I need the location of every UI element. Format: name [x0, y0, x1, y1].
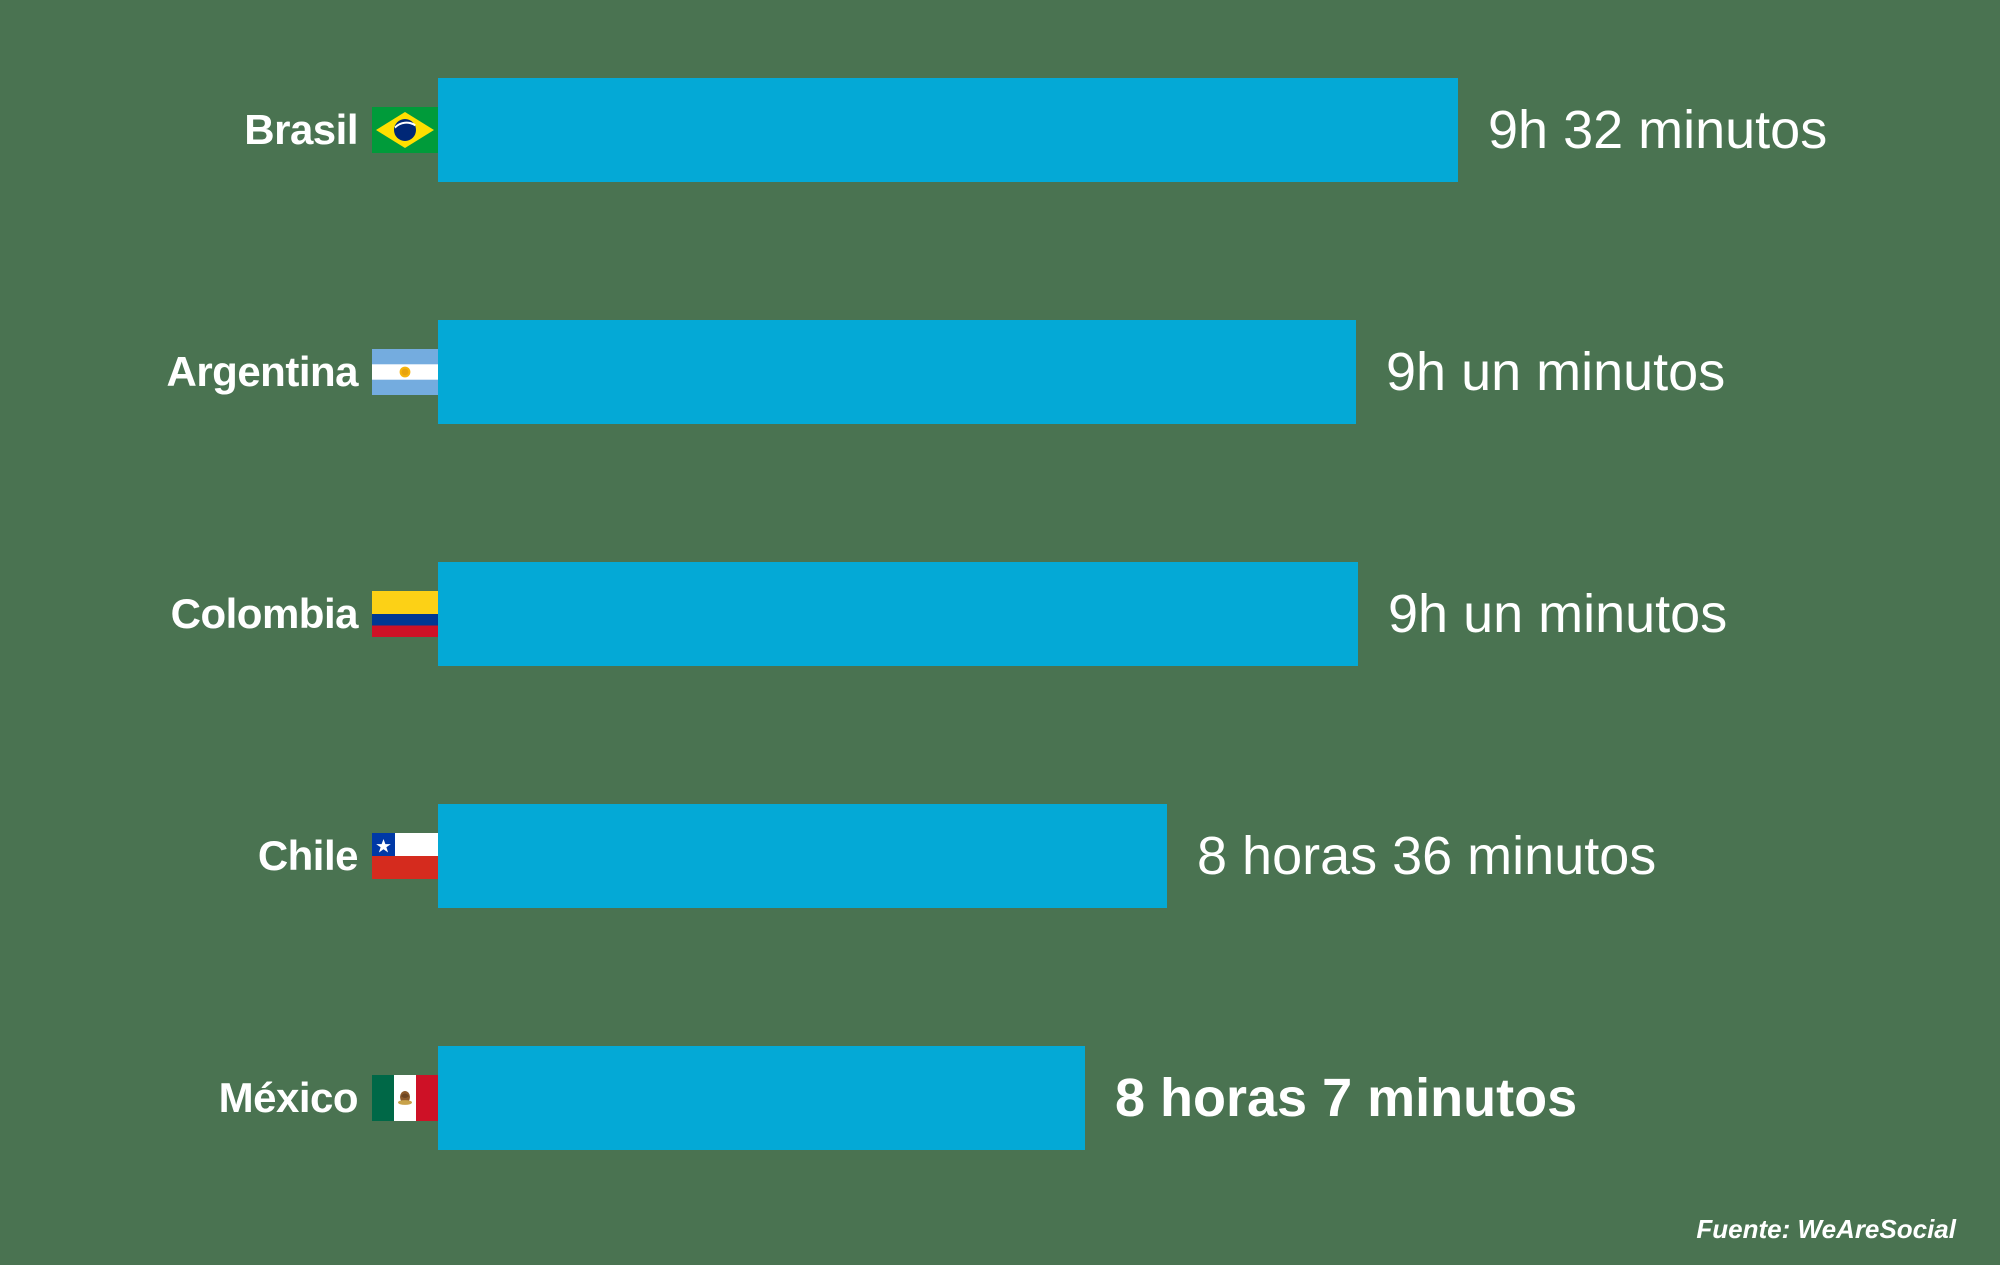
bar-value-label: 9h 32 minutos	[1488, 100, 1828, 160]
bar-value-label: 9h un minutos	[1388, 584, 1728, 644]
category-label: México	[218, 1074, 359, 1121]
category-label-group: México	[219, 1046, 438, 1150]
source-attribution: Fuente: WeAreSocial	[1696, 1214, 1956, 1244]
bar-area: 9h un minutos	[438, 320, 1725, 424]
bar	[438, 320, 1356, 424]
bar-area: 9h un minutos	[438, 562, 1727, 666]
flag-mexico-icon	[372, 1075, 438, 1121]
category-label: Brasil	[244, 106, 358, 153]
chart-row: Brasil 9h 32 minutos	[0, 78, 2000, 182]
chart-row: Argentina 9h un minutos	[0, 320, 2000, 424]
flag-colombia-icon	[372, 591, 438, 637]
bar	[438, 1046, 1085, 1150]
category-label-group: Brasil	[244, 78, 438, 182]
bar	[438, 562, 1358, 666]
category-label-group: Chile	[258, 804, 438, 908]
bar-value-label: 8 horas 7 minutos	[1115, 1068, 1578, 1128]
chart-row: México 8 horas 7 minutos	[0, 1046, 2000, 1150]
category-label: Chile	[257, 832, 359, 879]
flag-argentina-icon	[372, 349, 438, 395]
bar	[438, 78, 1458, 182]
chart-row: Chile 8 horas 36 minutos	[0, 804, 2000, 908]
chart-row: Colombia 9h un minutos	[0, 562, 2000, 666]
bar-area: 9h 32 minutos	[438, 78, 1827, 182]
horizontal-bar-chart: Brasil 9h 32 minutos Argentina 9h un minu…	[0, 0, 2000, 1265]
flag-chile-icon	[372, 833, 438, 879]
bar-value-label: 9h un minutos	[1386, 342, 1726, 402]
bar-area: 8 horas 7 minutos	[438, 1046, 1577, 1150]
bar-value-label: 8 horas 36 minutos	[1197, 826, 1657, 886]
flag-brazil-icon	[372, 107, 438, 153]
category-label: Argentina	[166, 348, 358, 395]
bar	[438, 804, 1167, 908]
category-label: Colombia	[170, 590, 359, 637]
bar-area: 8 horas 36 minutos	[438, 804, 1656, 908]
category-label-group: Argentina	[166, 320, 438, 424]
category-label-group: Colombia	[171, 562, 438, 666]
